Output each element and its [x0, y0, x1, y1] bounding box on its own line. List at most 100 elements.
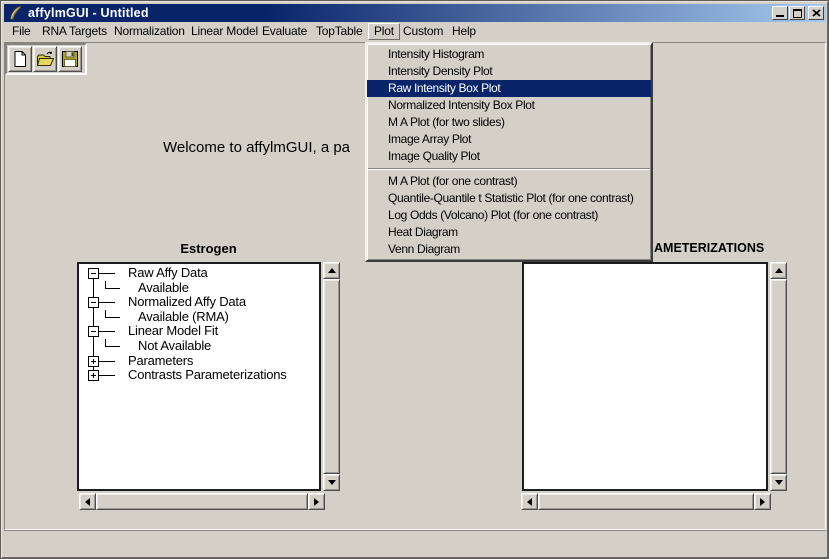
minimize-button[interactable]: [772, 6, 788, 20]
plot-dropdown-menu: Intensity HistogramIntensity Density Plo…: [365, 42, 653, 262]
tree-row-contrasts-parameterizations[interactable]: Contrasts Parameterizations: [79, 368, 319, 383]
tree-row-raw-affy-data[interactable]: Raw Affy Data: [79, 266, 319, 281]
scroll-up-button[interactable]: [770, 262, 787, 279]
arrow-up-icon: [328, 268, 336, 273]
right-horizontal-scrollbar[interactable]: [521, 493, 771, 510]
new-file-button[interactable]: [8, 46, 32, 72]
scroll-up-button[interactable]: [323, 262, 340, 279]
tree-row-parameters[interactable]: Parameters: [79, 354, 319, 369]
menubar-item-file[interactable]: File: [12, 22, 31, 41]
menubar-item-normalization[interactable]: Normalization: [114, 22, 185, 41]
plot-menu-item-m-a-plot-for-one-contrast[interactable]: M A Plot (for one contrast): [367, 173, 651, 190]
minimize-icon: [776, 15, 784, 17]
menubar-item-toptable[interactable]: TopTable: [316, 22, 362, 41]
tree-node-label[interactable]: Contrasts Parameterizations: [128, 368, 287, 383]
arrow-right-icon: [314, 498, 319, 506]
plot-menu-item-heat-diagram[interactable]: Heat Diagram: [367, 224, 651, 241]
menubar-item-linear-model[interactable]: Linear Model: [191, 22, 258, 41]
menubar-item-evaluate[interactable]: Evaluate: [262, 22, 307, 41]
scroll-left-button[interactable]: [79, 493, 96, 510]
left-vertical-scrollbar[interactable]: [323, 262, 340, 491]
arrow-right-icon: [760, 498, 765, 506]
arrow-up-icon: [775, 268, 783, 273]
tree-node-label[interactable]: Normalized Affy Data: [128, 295, 246, 310]
tree-leaf-label[interactable]: Available: [138, 281, 189, 296]
tree-branch-line: [105, 288, 120, 289]
save-floppy-icon: [61, 50, 79, 68]
plot-menu-item-raw-intensity-box-plot[interactable]: Raw Intensity Box Plot: [367, 80, 651, 97]
tree-branch-line: [105, 346, 120, 347]
tree-row-linear-model-fit[interactable]: Linear Model Fit: [79, 324, 319, 339]
scroll-trough[interactable]: [323, 279, 340, 474]
menubar-item-help[interactable]: Help: [452, 22, 476, 41]
scroll-thumb[interactable]: [538, 493, 754, 510]
plot-menu-item-normalized-intensity-box-plot[interactable]: Normalized Intensity Box Plot: [367, 97, 651, 114]
menubar-item-custom[interactable]: Custom: [403, 22, 443, 41]
titlebar: affylmGUI - Untitled: [4, 4, 826, 22]
open-file-button[interactable]: [33, 46, 57, 72]
tree-node-label[interactable]: Parameters: [128, 354, 193, 369]
plot-menu-item-intensity-density-plot[interactable]: Intensity Density Plot: [367, 63, 651, 80]
arrow-down-icon: [775, 480, 783, 485]
window-title: affylmGUI - Untitled: [28, 6, 149, 20]
left-panel-title: Estrogen: [77, 241, 340, 256]
scroll-thumb[interactable]: [96, 493, 308, 510]
maximize-button[interactable]: [789, 6, 805, 20]
tree-branch-line: [99, 331, 115, 332]
tree-node-label[interactable]: Linear Model Fit: [128, 324, 218, 339]
plot-menu-item-intensity-histogram[interactable]: Intensity Histogram: [367, 46, 651, 63]
contrasts-listbox[interactable]: [522, 262, 768, 491]
tree-row-available-rma[interactable]: Available (RMA): [79, 310, 319, 325]
tree-branch-line: [99, 273, 115, 274]
tree-branch-line: [99, 302, 115, 303]
arrow-left-icon: [85, 498, 90, 506]
plot-menu-item-m-a-plot-for-two-slides[interactable]: M A Plot (for two slides): [367, 114, 651, 131]
tree-branch-line: [99, 375, 115, 376]
expand-plus-icon[interactable]: [88, 370, 99, 381]
close-button[interactable]: [808, 6, 824, 20]
left-horizontal-scrollbar[interactable]: [79, 493, 325, 510]
menubar-item-rna-targets[interactable]: RNA Targets: [42, 22, 107, 41]
tree-row-not-available[interactable]: Not Available: [79, 339, 319, 354]
scroll-down-button[interactable]: [323, 474, 340, 491]
expand-plus-icon[interactable]: [88, 356, 99, 367]
scroll-right-button[interactable]: [754, 493, 771, 510]
tree-branch-line: [99, 361, 115, 362]
scroll-trough[interactable]: [538, 493, 754, 510]
collapse-minus-icon[interactable]: [88, 268, 99, 279]
scroll-thumb[interactable]: [770, 279, 787, 474]
arrow-left-icon: [527, 498, 532, 506]
plot-menu-item-quantile-quantile-t-statistic-plot-for-one-contrast[interactable]: Quantile-Quantile t Statistic Plot (for …: [367, 190, 651, 207]
tk-feather-icon[interactable]: [7, 5, 23, 21]
tree-node-label[interactable]: Raw Affy Data: [128, 266, 208, 281]
plot-menu-item-venn-diagram[interactable]: Venn Diagram: [367, 241, 651, 258]
scroll-right-button[interactable]: [308, 493, 325, 510]
scroll-down-button[interactable]: [770, 474, 787, 491]
right-panel-title: AMETERIZATIONS: [654, 241, 764, 255]
plot-menu-item-image-array-plot[interactable]: Image Array Plot: [367, 131, 651, 148]
status-tree: Raw Affy DataAvailableNormalized Affy Da…: [79, 264, 319, 489]
collapse-minus-icon[interactable]: [88, 297, 99, 308]
save-file-button[interactable]: [58, 46, 82, 72]
status-tree-listbox[interactable]: Raw Affy DataAvailableNormalized Affy Da…: [77, 262, 321, 491]
maximize-icon: [793, 9, 802, 18]
scroll-left-button[interactable]: [521, 493, 538, 510]
open-folder-icon: [36, 50, 55, 68]
scroll-trough[interactable]: [770, 279, 787, 474]
tree-branch-line: [105, 317, 120, 318]
new-document-icon: [11, 50, 29, 68]
plot-menu-item-log-odds-volcano-plot-for-one-contrast[interactable]: Log Odds (Volcano) Plot (for one contras…: [367, 207, 651, 224]
right-vertical-scrollbar[interactable]: [770, 262, 787, 491]
tree-leaf-label[interactable]: Not Available: [138, 339, 211, 354]
scroll-trough[interactable]: [96, 493, 308, 510]
close-icon: [812, 9, 821, 17]
collapse-minus-icon[interactable]: [88, 326, 99, 337]
tree-row-normalized-affy-data[interactable]: Normalized Affy Data: [79, 295, 319, 310]
plot-menu-item-image-quality-plot[interactable]: Image Quality Plot: [367, 148, 651, 165]
menubar-item-plot[interactable]: Plot: [368, 23, 400, 40]
tree-leaf-label[interactable]: Available (RMA): [138, 310, 229, 325]
scroll-thumb[interactable]: [323, 279, 340, 474]
menu-separator: [368, 165, 650, 173]
tree-row-available[interactable]: Available: [79, 281, 319, 296]
window-controls: [771, 6, 824, 20]
